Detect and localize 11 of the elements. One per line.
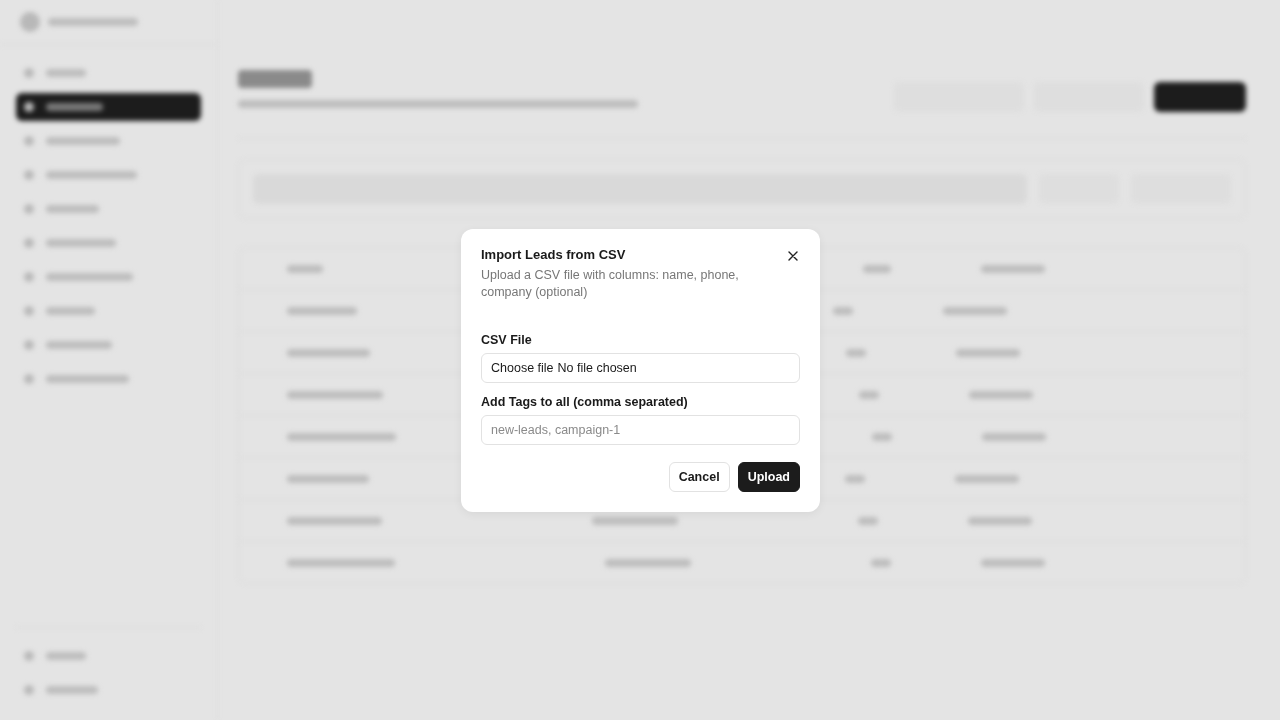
dialog-description: Upload a CSV file with columns: name, phone, company (optional) (481, 267, 740, 301)
tags-input-field[interactable]: new-leads, campaign-1 (481, 415, 800, 445)
upload-button[interactable]: Upload (737, 462, 800, 492)
field-label: Add Tags to all (comma separated) (481, 395, 689, 409)
cancel-button[interactable]: Cancel (668, 462, 730, 492)
dialog-title: Import Leads from CSV (481, 247, 627, 262)
close-icon[interactable] (788, 251, 798, 261)
file-input-field[interactable]: Choose file No file chosen (481, 353, 800, 383)
file-status-text: No file chosen (557, 361, 637, 375)
field-label: CSV File (481, 333, 533, 347)
choose-file-button[interactable]: Choose file (491, 361, 554, 375)
